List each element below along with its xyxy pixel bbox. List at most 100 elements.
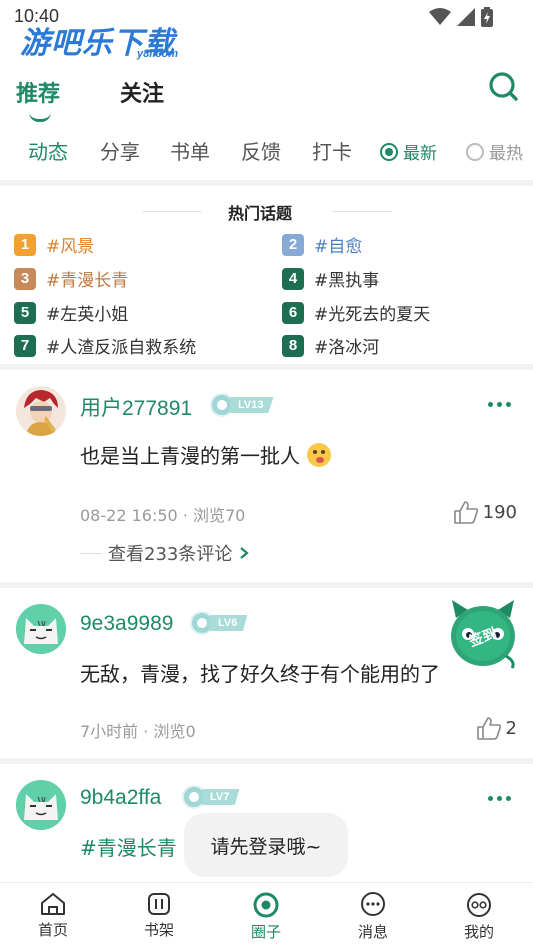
level-label: LV6 bbox=[210, 615, 248, 631]
nav-messages[interactable]: 消息 bbox=[338, 891, 408, 942]
emoji-icon bbox=[307, 443, 332, 467]
hot-topic-item[interactable]: 2 #自愈 bbox=[282, 232, 362, 257]
bottom-nav: 首页 书架 圈子 消息 我的 bbox=[0, 882, 533, 948]
nav-profile[interactable]: 我的 bbox=[444, 891, 514, 942]
profile-icon bbox=[467, 893, 491, 917]
post-text: #青漫长青 bbox=[80, 836, 177, 860]
hot-topic-item[interactable]: 4 #黑执事 bbox=[282, 266, 379, 291]
hot-topic-item[interactable]: 7 #人渣反派自救系统 bbox=[14, 333, 196, 358]
home-icon bbox=[41, 893, 65, 915]
circle-icon bbox=[253, 892, 279, 918]
like-button[interactable]: 190 bbox=[453, 500, 517, 524]
signal-icon bbox=[457, 8, 475, 26]
nav-home-label: 首页 bbox=[37, 921, 68, 939]
divider bbox=[332, 211, 392, 212]
hot-topic-label: #黑执事 bbox=[314, 271, 380, 291]
nav-circle-label: 圈子 bbox=[250, 923, 281, 941]
level-badge: LV13 bbox=[210, 393, 274, 417]
sort-hottest-label: 最热 bbox=[489, 144, 523, 164]
avatar[interactable] bbox=[16, 386, 66, 436]
hot-topic-label: #自愈 bbox=[314, 237, 363, 257]
post-meta: 08-22 16:50 · 浏览70 bbox=[80, 506, 246, 525]
sort-newest-label: 最新 bbox=[403, 144, 437, 164]
hot-topic-label: #洛冰河 bbox=[314, 338, 380, 358]
hot-topic-item[interactable]: 1 #风景 bbox=[14, 232, 94, 257]
radio-newest bbox=[380, 142, 398, 161]
username[interactable]: 用户277891 bbox=[80, 392, 192, 422]
like-button[interactable]: 2 bbox=[476, 716, 517, 740]
login-toast: 请先登录哦~ bbox=[184, 813, 348, 877]
post-text: 无敌，青漫，找了好久终于有个能用的了 bbox=[80, 662, 440, 686]
hot-topic-item[interactable]: 5 #左英小姐 bbox=[14, 300, 128, 325]
bookshelf-icon bbox=[148, 893, 170, 915]
nav-bookshelf-label: 书架 bbox=[143, 921, 174, 939]
top-tabs: 推荐 关注 bbox=[0, 72, 533, 122]
search-icon bbox=[489, 72, 518, 101]
radio-hottest bbox=[466, 142, 484, 161]
hot-topic-label: #光死去的夏天 bbox=[314, 305, 431, 325]
rank-badge: 4 bbox=[282, 267, 304, 290]
tab-follow[interactable]: 关注 bbox=[120, 76, 164, 108]
nav-home[interactable]: 首页 bbox=[18, 891, 88, 940]
checkin-float-button[interactable]: 签到 bbox=[446, 598, 520, 670]
rank-badge: 1 bbox=[14, 233, 36, 256]
subtab-dynamic[interactable]: 动态 bbox=[28, 136, 68, 165]
level-label: LV13 bbox=[230, 397, 274, 413]
chevron-right-icon bbox=[240, 547, 250, 559]
active-tab-indicator bbox=[29, 112, 51, 122]
like-count: 2 bbox=[505, 717, 517, 739]
rank-badge: 7 bbox=[14, 334, 36, 357]
rank-badge: 3 bbox=[14, 267, 36, 290]
watermark-logo: 游吧乐下载 y8l.com bbox=[20, 18, 190, 66]
hot-topics-header: 热门话题 bbox=[0, 200, 533, 223]
hot-topic-item[interactable]: 6 #光死去的夏天 bbox=[282, 300, 430, 325]
thumbs-up-icon bbox=[453, 501, 478, 524]
nav-bookshelf[interactable]: 书架 bbox=[124, 891, 194, 940]
subtab-feedback[interactable]: 反馈 bbox=[241, 136, 281, 165]
sort-hottest[interactable]: 最热 bbox=[466, 139, 523, 164]
post-content: 也是当上青漫的第一批人 bbox=[80, 440, 332, 469]
status-icons bbox=[429, 7, 493, 27]
hot-topic-item[interactable]: 8 #洛冰河 bbox=[282, 333, 379, 358]
like-count: 190 bbox=[482, 501, 517, 523]
username[interactable]: 9b4a2ffa bbox=[80, 786, 161, 810]
more-options-icon[interactable] bbox=[488, 796, 511, 801]
post-meta: 7小时前 · 浏览0 bbox=[80, 722, 196, 741]
tab-recommend[interactable]: 推荐 bbox=[16, 76, 60, 108]
level-label: LV7 bbox=[202, 789, 240, 805]
avatar[interactable] bbox=[16, 780, 66, 830]
more-options-icon[interactable] bbox=[488, 402, 511, 407]
username[interactable]: 9e3a9989 bbox=[80, 612, 173, 636]
search-button[interactable] bbox=[487, 70, 519, 102]
rank-badge: 2 bbox=[282, 233, 304, 256]
comments-label: 查看233条评论 bbox=[108, 544, 233, 565]
sub-tabs: 动态 分享 书单 反馈 打卡 最新 最热 bbox=[0, 136, 533, 168]
avatar[interactable] bbox=[16, 604, 66, 654]
rank-badge: 5 bbox=[14, 301, 36, 324]
subtab-booklist[interactable]: 书单 bbox=[170, 136, 210, 165]
rank-badge: 8 bbox=[282, 334, 304, 357]
watermark-sub: y8l.com bbox=[137, 48, 178, 60]
level-badge: LV7 bbox=[182, 785, 240, 809]
message-icon bbox=[361, 892, 385, 916]
sort-newest[interactable]: 最新 bbox=[380, 139, 437, 164]
divider bbox=[142, 211, 202, 212]
checkin-icon: 签到 bbox=[451, 600, 515, 669]
hot-topic-label: #人渣反派自救系统 bbox=[46, 338, 197, 358]
subtab-checkin[interactable]: 打卡 bbox=[312, 136, 352, 165]
rank-badge: 6 bbox=[282, 301, 304, 324]
hot-topic-item[interactable]: 3 #青漫长青 bbox=[14, 266, 128, 291]
post-text: 也是当上青漫的第一批人 bbox=[80, 444, 300, 468]
nav-circle[interactable]: 圈子 bbox=[231, 891, 301, 942]
divider bbox=[0, 180, 533, 186]
subtab-share[interactable]: 分享 bbox=[100, 136, 140, 165]
nav-messages-label: 消息 bbox=[357, 923, 388, 941]
battery-icon bbox=[481, 7, 493, 27]
level-badge: LV6 bbox=[190, 611, 248, 635]
thumbs-up-icon bbox=[476, 717, 501, 740]
post-card[interactable]: 用户277891 LV13 也是当上青漫的第一批人 08-22 16:50 · … bbox=[0, 370, 533, 580]
hot-topic-label: #风景 bbox=[46, 237, 95, 257]
view-comments-link[interactable]: 查看233条评论 bbox=[80, 540, 250, 566]
hot-topic-label: #左英小姐 bbox=[46, 305, 129, 325]
hot-topic-label: #青漫长青 bbox=[46, 271, 129, 291]
